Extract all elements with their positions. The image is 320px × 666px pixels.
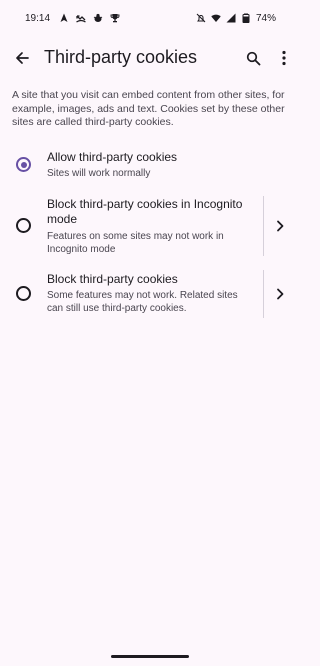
option-block-third-party-cookies[interactable]: Block third-party cookies Some features … (0, 270, 300, 318)
battery-icon (241, 13, 251, 23)
status-bar: 19:14 74% (0, 0, 300, 36)
gesture-navigation-bar[interactable] (111, 655, 189, 658)
option-divider (263, 270, 264, 318)
back-arrow-icon (16, 52, 29, 64)
chevron-right-icon (277, 288, 284, 300)
wifi-icon (211, 13, 221, 23)
status-left: 19:14 (25, 13, 120, 24)
more-options-button[interactable] (272, 44, 296, 72)
radio-allow-third-party-cookies[interactable] (16, 157, 31, 172)
bug-icon (93, 13, 103, 23)
option-title-line1: Block third-party cookies in Incognito (47, 197, 243, 211)
missed-call-icon (76, 13, 86, 23)
trophy-icon (110, 13, 120, 23)
back-button[interactable] (8, 44, 36, 72)
option-divider (263, 196, 264, 256)
mute-icon (196, 13, 206, 23)
radio-block-in-incognito[interactable] (16, 218, 31, 233)
cookies-description: A site that you visit can embed content … (12, 89, 285, 128)
top-app-bar: Third-party cookies (0, 36, 300, 80)
page-title: Third-party cookies (44, 47, 198, 67)
navigation-icon (59, 13, 69, 23)
option-subtitle: Sites will work normally (47, 168, 151, 179)
option-subtitle-line2: Incognito mode (47, 244, 116, 255)
option-allow-third-party-cookies[interactable]: Allow third-party cookies Sites will wor… (0, 148, 300, 188)
option-title: Block third-party cookies (47, 272, 178, 286)
search-button[interactable] (240, 44, 266, 72)
status-right: 74% (196, 13, 276, 24)
radio-block-third-party-cookies[interactable] (16, 286, 31, 301)
status-time: 19:14 (25, 12, 51, 24)
search-icon (246, 51, 260, 65)
option-block-in-incognito[interactable]: Block third-party cookies in Incognito m… (0, 196, 300, 256)
incognito-details-button[interactable] (270, 216, 290, 236)
battery-percent: 74% (255, 12, 276, 24)
more-vert-icon (282, 50, 286, 66)
option-subtitle-line1: Features on some sites may not work in (47, 231, 224, 242)
chevron-right-icon (277, 220, 284, 232)
option-subtitle-line1: Some features may not work. Related site… (47, 290, 238, 301)
option-title: Allow third-party cookies (47, 150, 178, 164)
option-title-line2: mode (47, 212, 78, 226)
signal-icon (226, 13, 236, 23)
option-subtitle-line2: can still use third-party cookies. (47, 303, 187, 314)
block-details-button[interactable] (270, 284, 290, 304)
